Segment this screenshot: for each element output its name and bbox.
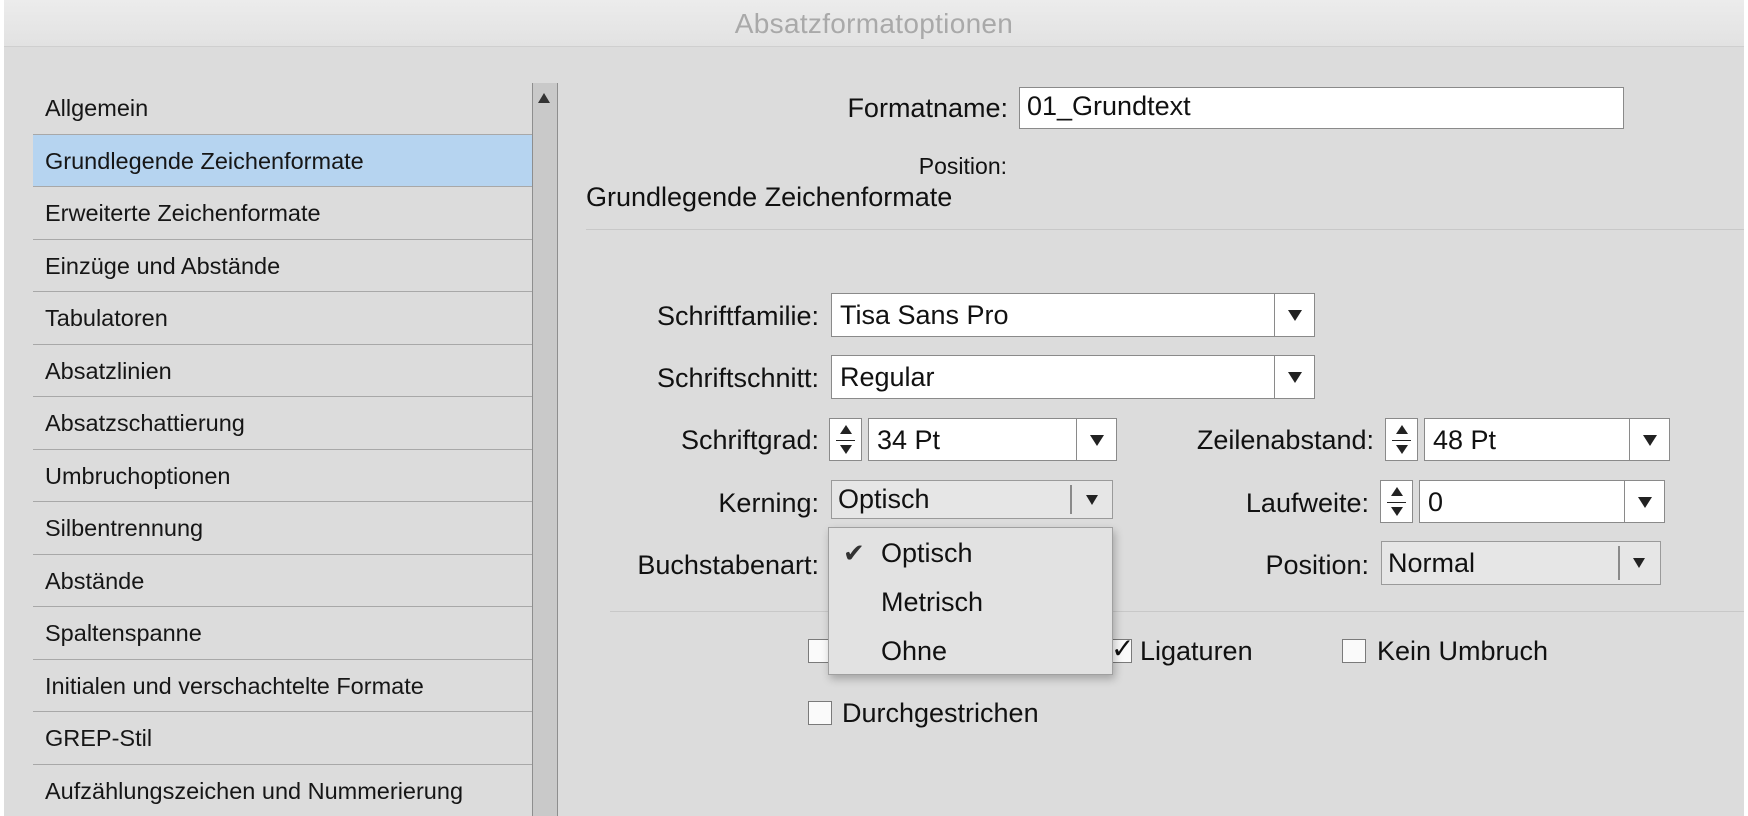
tracking-stepper[interactable]: [1380, 480, 1413, 523]
leading-stepper[interactable]: [1385, 418, 1418, 461]
chevron-down-icon: [1287, 372, 1302, 383]
category-list: Allgemein Grundlegende Zeichenformate Er…: [33, 82, 532, 816]
title-bar: Absatzformatoptionen: [4, 0, 1744, 47]
sidebar-item-initialen[interactable]: Initialen und verschachtelte Formate: [33, 660, 532, 712]
font-style-combobox[interactable]: Regular: [831, 355, 1315, 399]
window-title: Absatzformatoptionen: [734, 8, 1014, 39]
tracking-combobox[interactable]: 0: [1419, 480, 1665, 523]
category-scrollbar[interactable]: [532, 83, 558, 816]
kerning-select[interactable]: Optisch: [831, 480, 1113, 519]
menu-item-metrisch[interactable]: Metrisch: [829, 577, 1112, 627]
no-break-label[interactable]: Kein Umbruch: [1377, 636, 1548, 667]
stepper-up-icon[interactable]: [839, 425, 852, 434]
case-label: Buchstabenart:: [637, 550, 819, 580]
font-style-label: Schriftschnitt:: [656, 363, 819, 393]
menu-item-label: Metrisch: [881, 587, 984, 617]
scroll-up-arrow-icon[interactable]: [538, 93, 550, 103]
dialog-body: Allgemein Grundlegende Zeichenformate Er…: [4, 47, 1744, 816]
font-size-value[interactable]: 34 Pt: [877, 419, 940, 461]
sidebar-item-einzuege-und-abstaende[interactable]: Einzüge und Abstände: [33, 240, 532, 292]
leading-dropdown-button[interactable]: [1629, 419, 1669, 460]
sidebar-item-erweiterte-zeichenformate[interactable]: Erweiterte Zeichenformate: [33, 187, 532, 240]
tracking-dropdown-button[interactable]: [1624, 481, 1664, 522]
font-style-value[interactable]: Regular: [840, 356, 935, 398]
section-divider: [586, 229, 1744, 230]
tracking-label: Laufweite:: [1245, 488, 1369, 518]
check-icon: ✔: [843, 538, 865, 568]
chevron-down-icon: [1637, 496, 1652, 508]
tracking-value[interactable]: 0: [1428, 481, 1443, 523]
leading-value[interactable]: 48 Pt: [1433, 419, 1496, 461]
sidebar-item-allgemein[interactable]: Allgemein: [33, 82, 532, 135]
format-name-input[interactable]: 01_Grundtext: [1019, 87, 1624, 129]
section-title: Grundlegende Zeichenformate: [586, 182, 953, 212]
strikethrough-checkbox[interactable]: [808, 701, 832, 725]
font-size-stepper[interactable]: [829, 418, 862, 461]
font-size-label: Schriftgrad:: [680, 425, 819, 455]
font-size-dropdown-button[interactable]: [1076, 419, 1116, 460]
format-name-label: Formatname:: [847, 93, 1008, 123]
leading-combobox[interactable]: 48 Pt: [1424, 418, 1670, 461]
sidebar-item-grep-stil[interactable]: GREP-Stil: [33, 712, 532, 765]
menu-item-ohne[interactable]: Ohne: [829, 626, 1112, 676]
kerning-dropdown-menu: ✔ Optisch Metrisch Ohne: [828, 527, 1113, 675]
sidebar-item-silbentrennung[interactable]: Silbentrennung: [33, 502, 532, 555]
kerning-value[interactable]: Optisch: [838, 481, 930, 517]
menu-item-label: Optisch: [881, 538, 973, 568]
position-dropdown-button[interactable]: [1618, 542, 1660, 584]
font-family-value[interactable]: Tisa Sans Pro: [840, 294, 1009, 336]
kerning-dropdown-button[interactable]: [1072, 481, 1112, 518]
sidebar-item-absatzlinien[interactable]: Absatzlinien: [33, 345, 532, 397]
sidebar-item-tabulatoren[interactable]: Tabulatoren: [33, 292, 532, 345]
stepper-up-icon[interactable]: [1390, 487, 1403, 496]
position-info-label: Position:: [918, 153, 1007, 179]
checkmark-icon: ✓: [1111, 633, 1135, 664]
options-divider: [610, 611, 1744, 612]
stepper-down-icon[interactable]: [1390, 507, 1403, 516]
chevron-down-icon: [1086, 494, 1098, 505]
chevron-down-icon: [1287, 310, 1302, 321]
menu-item-optisch[interactable]: ✔ Optisch: [829, 528, 1112, 578]
font-family-label: Schriftfamilie:: [656, 301, 819, 331]
position-label: Position:: [1265, 550, 1369, 580]
sidebar-item-aufzaehlungszeichen[interactable]: Aufzählungszeichen und Nummerierung: [33, 765, 532, 816]
strikethrough-label[interactable]: Durchgestrichen: [842, 698, 1039, 729]
menu-item-label: Ohne: [881, 636, 948, 666]
sidebar-item-absatzschattierung[interactable]: Absatzschattierung: [33, 397, 532, 450]
sidebar-item-umbruchoptionen[interactable]: Umbruchoptionen: [33, 450, 532, 502]
chevron-down-icon: [1089, 434, 1104, 446]
font-size-combobox[interactable]: 34 Pt: [868, 418, 1117, 461]
chevron-down-icon: [1633, 558, 1645, 568]
font-family-dropdown-button[interactable]: [1274, 294, 1314, 336]
stepper-down-icon[interactable]: [1395, 445, 1408, 454]
ligatures-label[interactable]: Ligaturen: [1140, 636, 1253, 667]
chevron-down-icon: [1642, 434, 1657, 446]
kerning-label: Kerning:: [718, 488, 819, 518]
stepper-up-icon[interactable]: [1395, 425, 1408, 434]
no-break-checkbox[interactable]: [1342, 639, 1366, 663]
font-style-dropdown-button[interactable]: [1274, 356, 1314, 398]
font-family-combobox[interactable]: Tisa Sans Pro: [831, 293, 1315, 337]
sidebar-item-grundlegende-zeichenformate[interactable]: Grundlegende Zeichenformate: [33, 134, 532, 187]
stepper-down-icon[interactable]: [839, 445, 852, 454]
sidebar-item-spaltenspanne[interactable]: Spaltenspanne: [33, 607, 532, 660]
leading-label: Zeilenabstand:: [1196, 425, 1374, 455]
position-value[interactable]: Normal: [1388, 542, 1475, 584]
position-select[interactable]: Normal: [1381, 541, 1661, 585]
sidebar-item-abstaende[interactable]: Abstände: [33, 555, 532, 607]
